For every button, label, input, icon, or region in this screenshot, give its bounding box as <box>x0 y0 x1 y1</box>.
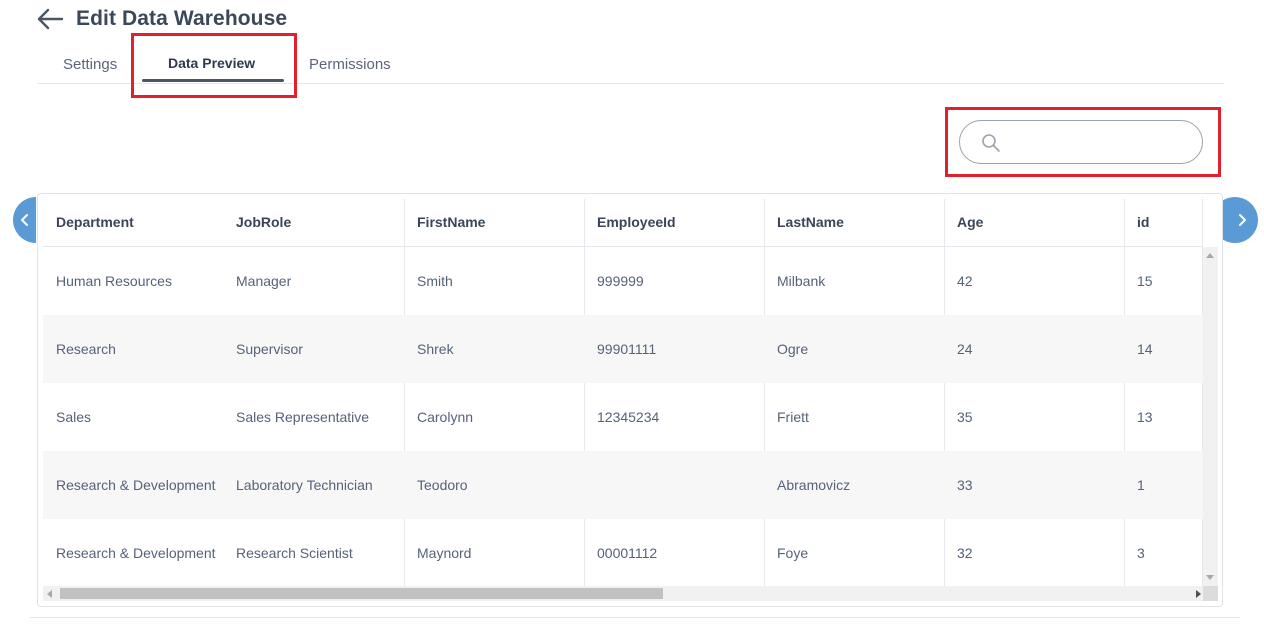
cell-firstname: Carolynn <box>417 409 474 425</box>
cell-lastname: Abramovicz <box>777 477 851 493</box>
table-row[interactable]: Research & Development Research Scientis… <box>43 519 1203 586</box>
cell-department: Sales <box>56 409 92 425</box>
cell-id: 13 <box>1137 409 1153 425</box>
horizontal-scrollbar[interactable] <box>43 586 1203 601</box>
cell-firstname: Shrek <box>417 341 454 357</box>
search-input[interactable] <box>1012 129 1196 157</box>
cell-employeeid: 99901111 <box>597 341 657 357</box>
cell-lastname: Milbank <box>777 273 826 289</box>
cell-employeeid: 00001112 <box>597 545 658 561</box>
tab-data-preview[interactable]: Data Preview <box>168 55 255 71</box>
column-header-department[interactable]: Department <box>43 199 223 246</box>
table-header-row: Department JobRole FirstName EmployeeId … <box>43 199 1203 247</box>
cell-firstname: Maynord <box>417 545 472 561</box>
arrow-left-icon[interactable] <box>36 5 64 33</box>
horizontal-scroll-thumb[interactable] <box>60 588 663 599</box>
cell-age: 42 <box>957 273 973 289</box>
cell-id: 3 <box>1137 545 1145 561</box>
page-header: Edit Data Warehouse <box>36 4 287 34</box>
column-header-employeeid[interactable]: EmployeeId <box>584 199 764 246</box>
cell-lastname: Ogre <box>777 341 809 357</box>
scrollbar-corner <box>1203 586 1218 601</box>
column-header-age[interactable]: Age <box>944 199 1124 246</box>
search-icon <box>981 133 1001 153</box>
cell-jobrole: Supervisor <box>236 341 303 357</box>
table-row[interactable]: Research & Development Laboratory Techni… <box>43 451 1203 519</box>
table-row[interactable]: Human Resources Manager Smith 999999 Mil… <box>43 247 1203 315</box>
column-header-jobrole[interactable]: JobRole <box>223 199 404 246</box>
cell-age: 32 <box>957 545 973 561</box>
scroll-down-icon[interactable] <box>1206 575 1214 580</box>
column-header-id[interactable]: id <box>1124 199 1203 246</box>
cell-department: Human Resources <box>56 273 172 289</box>
table-row[interactable]: Sales Sales Representative Carolynn 1234… <box>43 383 1203 451</box>
tab-settings[interactable]: Settings <box>63 56 117 73</box>
cell-jobrole: Manager <box>236 273 292 289</box>
scroll-up-icon[interactable] <box>1206 253 1214 258</box>
chevron-right-icon <box>1239 214 1246 226</box>
cell-age: 33 <box>957 477 973 493</box>
search-box[interactable] <box>959 120 1203 164</box>
cell-age: 35 <box>957 409 973 425</box>
cell-firstname: Teodoro <box>417 477 468 493</box>
chevron-left-icon <box>21 214 28 226</box>
cell-lastname: Foye <box>777 545 809 561</box>
scroll-left-icon[interactable] <box>47 590 52 598</box>
cell-department: Research & Development <box>56 545 216 561</box>
divider <box>30 617 1240 618</box>
cell-jobrole: Sales Representative <box>236 409 370 425</box>
vertical-scrollbar[interactable] <box>1203 247 1218 586</box>
data-preview-table: Department JobRole FirstName EmployeeId … <box>37 193 1223 607</box>
cell-jobrole: Laboratory Technician <box>236 477 373 493</box>
tab-bar: Settings Data Preview Permissions <box>38 40 1224 84</box>
cell-firstname: Smith <box>417 273 453 289</box>
cell-age: 24 <box>957 341 973 357</box>
cell-employeeid: 999999 <box>597 273 644 289</box>
scroll-right-icon[interactable] <box>1196 590 1201 598</box>
table-row[interactable]: Research Supervisor Shrek 99901111 Ogre … <box>43 315 1203 383</box>
column-header-lastname[interactable]: LastName <box>764 199 944 246</box>
table-body: Human Resources Manager Smith 999999 Mil… <box>43 247 1203 586</box>
cell-employeeid: 12345234 <box>597 409 660 425</box>
cell-department: Research <box>56 341 116 357</box>
tab-permissions[interactable]: Permissions <box>309 56 391 73</box>
cell-employeeid <box>584 451 764 519</box>
cell-jobrole: Research Scientist <box>236 545 353 561</box>
cell-lastname: Friett <box>777 409 809 425</box>
page-title: Edit Data Warehouse <box>76 7 288 30</box>
cell-department: Research & Development <box>56 477 216 493</box>
cell-id: 15 <box>1137 273 1153 289</box>
cell-id: 14 <box>1137 341 1153 357</box>
column-header-firstname[interactable]: FirstName <box>404 199 584 246</box>
cell-id: 1 <box>1137 477 1145 493</box>
active-tab-indicator <box>142 79 284 82</box>
